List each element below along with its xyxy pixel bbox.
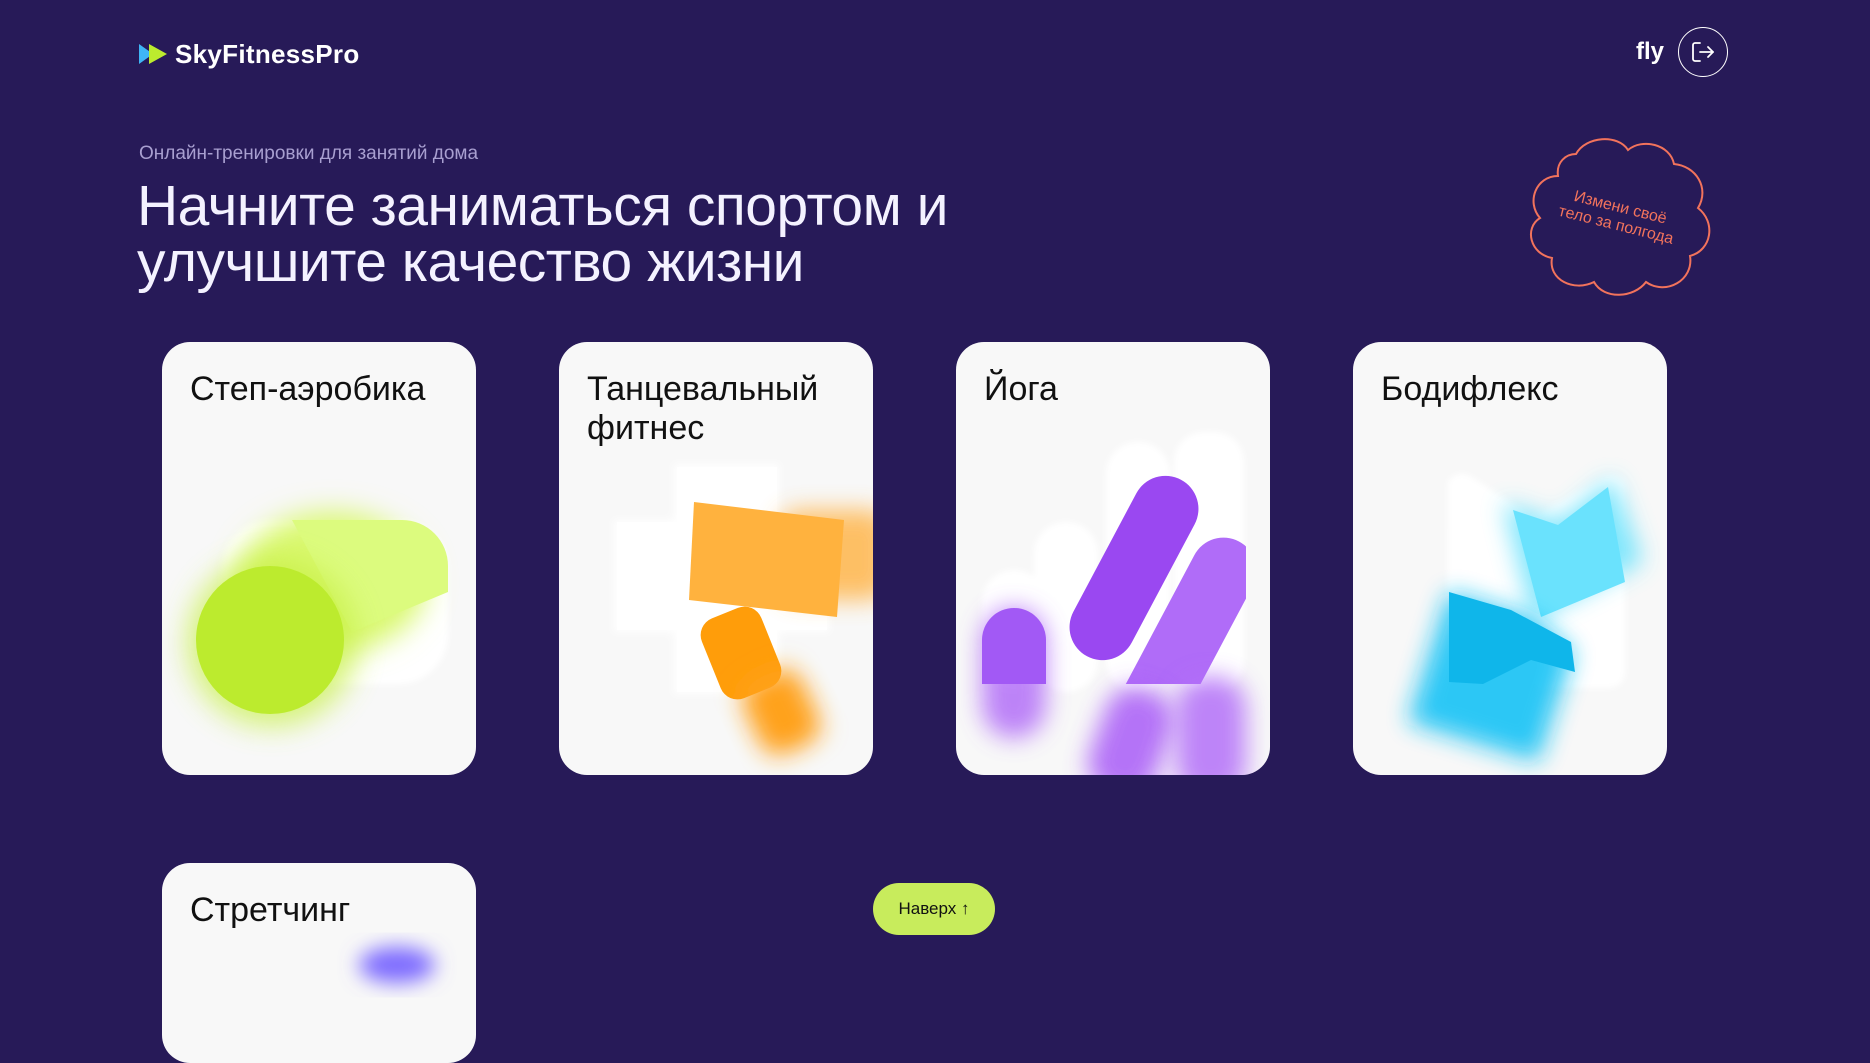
course-title: Стретчинг [190, 891, 351, 929]
course-title: Степ-аэробика [190, 370, 426, 408]
logo-icon [139, 44, 167, 64]
course-card-step-aerobics[interactable]: Степ-аэробика [162, 342, 476, 775]
main-page: SkyFitnessPro fly Онлайн-тренировки для … [0, 0, 1870, 1063]
hero-headline-line-2: улучшите качество жизни [137, 230, 805, 294]
scroll-to-top-button[interactable]: Наверх ↑ [873, 883, 995, 935]
username[interactable]: fly [1636, 38, 1664, 66]
hero-headline: Начните заниматься спортом и улучшите ка… [137, 174, 1037, 294]
course-title: Танцевальный фитнес [587, 370, 819, 447]
logo[interactable]: SkyFitnessPro [139, 38, 360, 70]
hero-headline-line-1: Начните заниматься спортом и [137, 174, 948, 238]
user-area: fly [1636, 27, 1728, 77]
promo-sticker: Измени своё тело за полгода [1518, 132, 1718, 302]
logo-text: SkyFitnessPro [175, 38, 360, 69]
course-card-bodyflex[interactable]: Бодифлекс [1353, 342, 1667, 775]
hero-subtitle: Онлайн-тренировки для занятий дома [139, 143, 479, 164]
logout-button[interactable] [1678, 27, 1728, 77]
course-card-yoga[interactable]: Йога [956, 342, 1270, 775]
course-title: Бодифлекс [1381, 370, 1559, 408]
course-title: Йога [984, 370, 1058, 408]
logout-icon [1692, 42, 1714, 62]
course-card-dance-fitness[interactable]: Танцевальный фитнес [559, 342, 873, 775]
course-card-stretching[interactable]: Стретчинг [162, 863, 476, 1063]
